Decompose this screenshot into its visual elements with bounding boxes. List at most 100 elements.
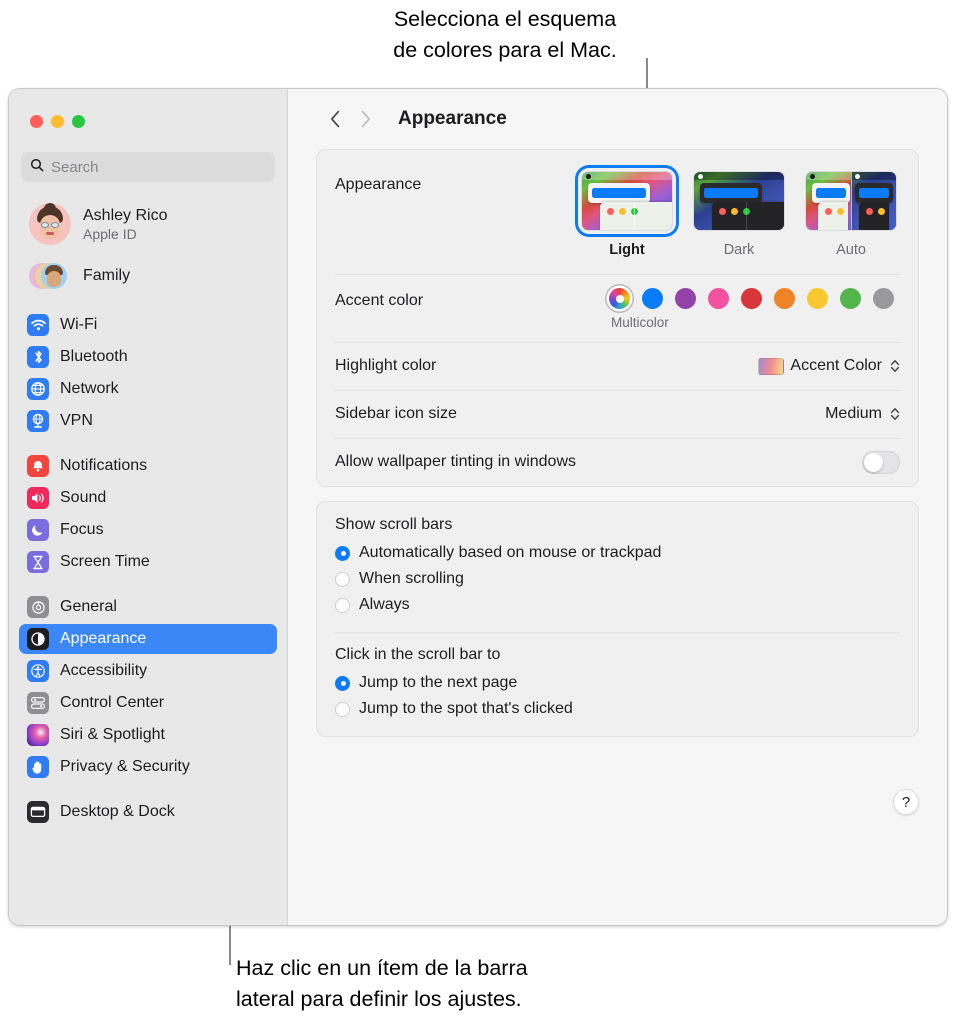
speaker-icon [27, 487, 49, 509]
radio-button[interactable] [335, 545, 350, 561]
chevron-updown-icon [890, 406, 900, 422]
theme-label: Light [609, 242, 645, 258]
sidebar-item-privacy-and-security[interactable]: Privacy & Security [19, 752, 277, 782]
appearance-row: Appearance Light Dark Auto [317, 150, 918, 274]
hourglass-icon [27, 551, 49, 573]
radio-jump-to-the-spot-thats-clicked[interactable]: Jump to the spot that's clicked [335, 696, 900, 722]
accent-swatch-graphite[interactable] [873, 288, 894, 309]
theme-thumbnail-light[interactable] [578, 168, 676, 234]
callout-top-text: Selecciona el esquema de colores para el… [393, 7, 617, 62]
appearance-label: Appearance [335, 176, 422, 193]
theme-thumbnail-auto[interactable] [802, 168, 900, 234]
radio-label: Jump to the spot that's clicked [359, 700, 573, 717]
accent-swatch-red[interactable] [741, 288, 762, 309]
theme-option-auto[interactable]: Auto [802, 168, 900, 258]
search-placeholder: Search [51, 158, 99, 176]
theme-option-light[interactable]: Light [578, 168, 676, 258]
highlight-color-swatch [758, 357, 785, 375]
accent-swatch-multicolor[interactable] [609, 288, 630, 309]
help-button[interactable]: ? [893, 789, 919, 815]
radio-label: Always [359, 596, 410, 613]
sidebar-item-label: Desktop & Dock [60, 803, 175, 820]
gear-icon [27, 596, 49, 618]
theme-option-dark[interactable]: Dark [690, 168, 788, 258]
sidebar-group-appearance: General Appearance Accessibility Control… [19, 592, 277, 782]
sidebar-item-desktop-and-dock[interactable]: Desktop & Dock [19, 797, 277, 827]
highlight-color-popup[interactable]: Accent Color [758, 357, 900, 375]
accessibility-icon [27, 660, 49, 682]
sidebar-group-network: Wi-Fi Bluetooth Network VPN [19, 310, 277, 436]
sidebar-item-label: Family [83, 267, 131, 284]
vpn-icon [27, 410, 49, 432]
accent-swatch-green[interactable] [840, 288, 861, 309]
accent-swatch-orange[interactable] [774, 288, 795, 309]
sidebar-icon-size-label: Sidebar icon size [335, 405, 457, 422]
page-title: Appearance [398, 108, 507, 129]
scroll-bar-settings-card: Show scroll bars Automatically based on … [316, 501, 919, 737]
sidebar-item-sound[interactable]: Sound [19, 483, 277, 513]
sidebar-item-label: General [60, 598, 117, 615]
accent-swatch-blue[interactable] [642, 288, 663, 309]
accent-caption: Multicolor [611, 315, 669, 330]
family-avatars [29, 259, 71, 293]
accent-swatch-yellow[interactable] [807, 288, 828, 309]
theme-thumbnail-dark[interactable] [690, 168, 788, 234]
accent-swatches [609, 288, 894, 309]
accent-swatch-pink[interactable] [708, 288, 729, 309]
sidebar-icon-size-popup[interactable]: Medium [825, 405, 900, 423]
accent-swatch-purple[interactable] [675, 288, 696, 309]
radio-always[interactable]: Always [335, 592, 900, 618]
zoom-button[interactable] [72, 115, 85, 128]
radio-label: Automatically based on mouse or trackpad [359, 544, 662, 561]
sidebar-item-apple-id[interactable]: Ashley Rico Apple ID [23, 200, 277, 248]
radio-jump-to-the-next-page[interactable]: Jump to the next page [335, 670, 900, 696]
sidebar-item-family[interactable]: Family [23, 256, 277, 296]
sidebar-item-general[interactable]: General [19, 592, 277, 622]
sidebar-item-control-center[interactable]: Control Center [19, 688, 277, 718]
sidebar-item-siri-and-spotlight[interactable]: Siri & Spotlight [19, 720, 277, 750]
bell-icon [27, 455, 49, 477]
radio-label: When scrolling [359, 570, 464, 587]
radio-button[interactable] [335, 701, 350, 717]
sidebar-item-wi-fi[interactable]: Wi-Fi [19, 310, 277, 340]
hand-icon [27, 756, 49, 778]
back-button[interactable] [320, 104, 350, 134]
desktop-icon [27, 801, 49, 823]
minimize-button[interactable] [51, 115, 64, 128]
chevron-updown-icon [890, 358, 900, 374]
sidebar-item-label: Control Center [60, 694, 165, 711]
system-settings-window: Search Ashley Rico Apple ID Family Wi-Fi… [8, 88, 948, 926]
wifi-icon [27, 314, 49, 336]
theme-options: Light Dark Auto [578, 168, 900, 258]
wallpaper-tinting-toggle[interactable] [862, 450, 900, 474]
sidebar-item-label: Appearance [60, 630, 147, 647]
sidebar-item-label: Notifications [60, 457, 148, 474]
forward-button[interactable] [350, 104, 380, 134]
radio-button[interactable] [335, 597, 350, 613]
sidebar-item-network[interactable]: Network [19, 374, 277, 404]
radio-when-scrolling[interactable]: When scrolling [335, 566, 900, 592]
sidebar-item-appearance[interactable]: Appearance [19, 624, 277, 654]
search-field[interactable]: Search [21, 152, 275, 182]
theme-label: Auto [836, 242, 866, 258]
wallpaper-tinting-row: Allow wallpaper tinting in windows [317, 438, 918, 486]
sidebar-item-focus[interactable]: Focus [19, 515, 277, 545]
sidebar-item-vpn[interactable]: VPN [19, 406, 277, 436]
sidebar-item-label: Focus [60, 521, 104, 538]
sidebar-group-desktop: Desktop & Dock [19, 797, 277, 827]
show-scroll-bars-block: Show scroll bars Automatically based on … [317, 502, 918, 632]
radio-label: Jump to the next page [359, 674, 518, 691]
sidebar-item-screen-time[interactable]: Screen Time [19, 547, 277, 577]
appearance-settings-card: Appearance Light Dark Auto Accent color … [316, 149, 919, 487]
close-button[interactable] [30, 115, 43, 128]
sidebar-item-notifications[interactable]: Notifications [19, 451, 277, 481]
sidebar-item-label: VPN [60, 412, 93, 429]
radio-automatically-based-on-mouse-or-trackpad[interactable]: Automatically based on mouse or trackpad [335, 540, 900, 566]
radio-button[interactable] [335, 675, 350, 691]
sidebar-item-bluetooth[interactable]: Bluetooth [19, 342, 277, 372]
search-icon [30, 158, 44, 177]
sidebar-item-accessibility[interactable]: Accessibility [19, 656, 277, 686]
radio-button[interactable] [335, 571, 350, 587]
siri-icon [27, 724, 49, 746]
globe-icon [27, 378, 49, 400]
